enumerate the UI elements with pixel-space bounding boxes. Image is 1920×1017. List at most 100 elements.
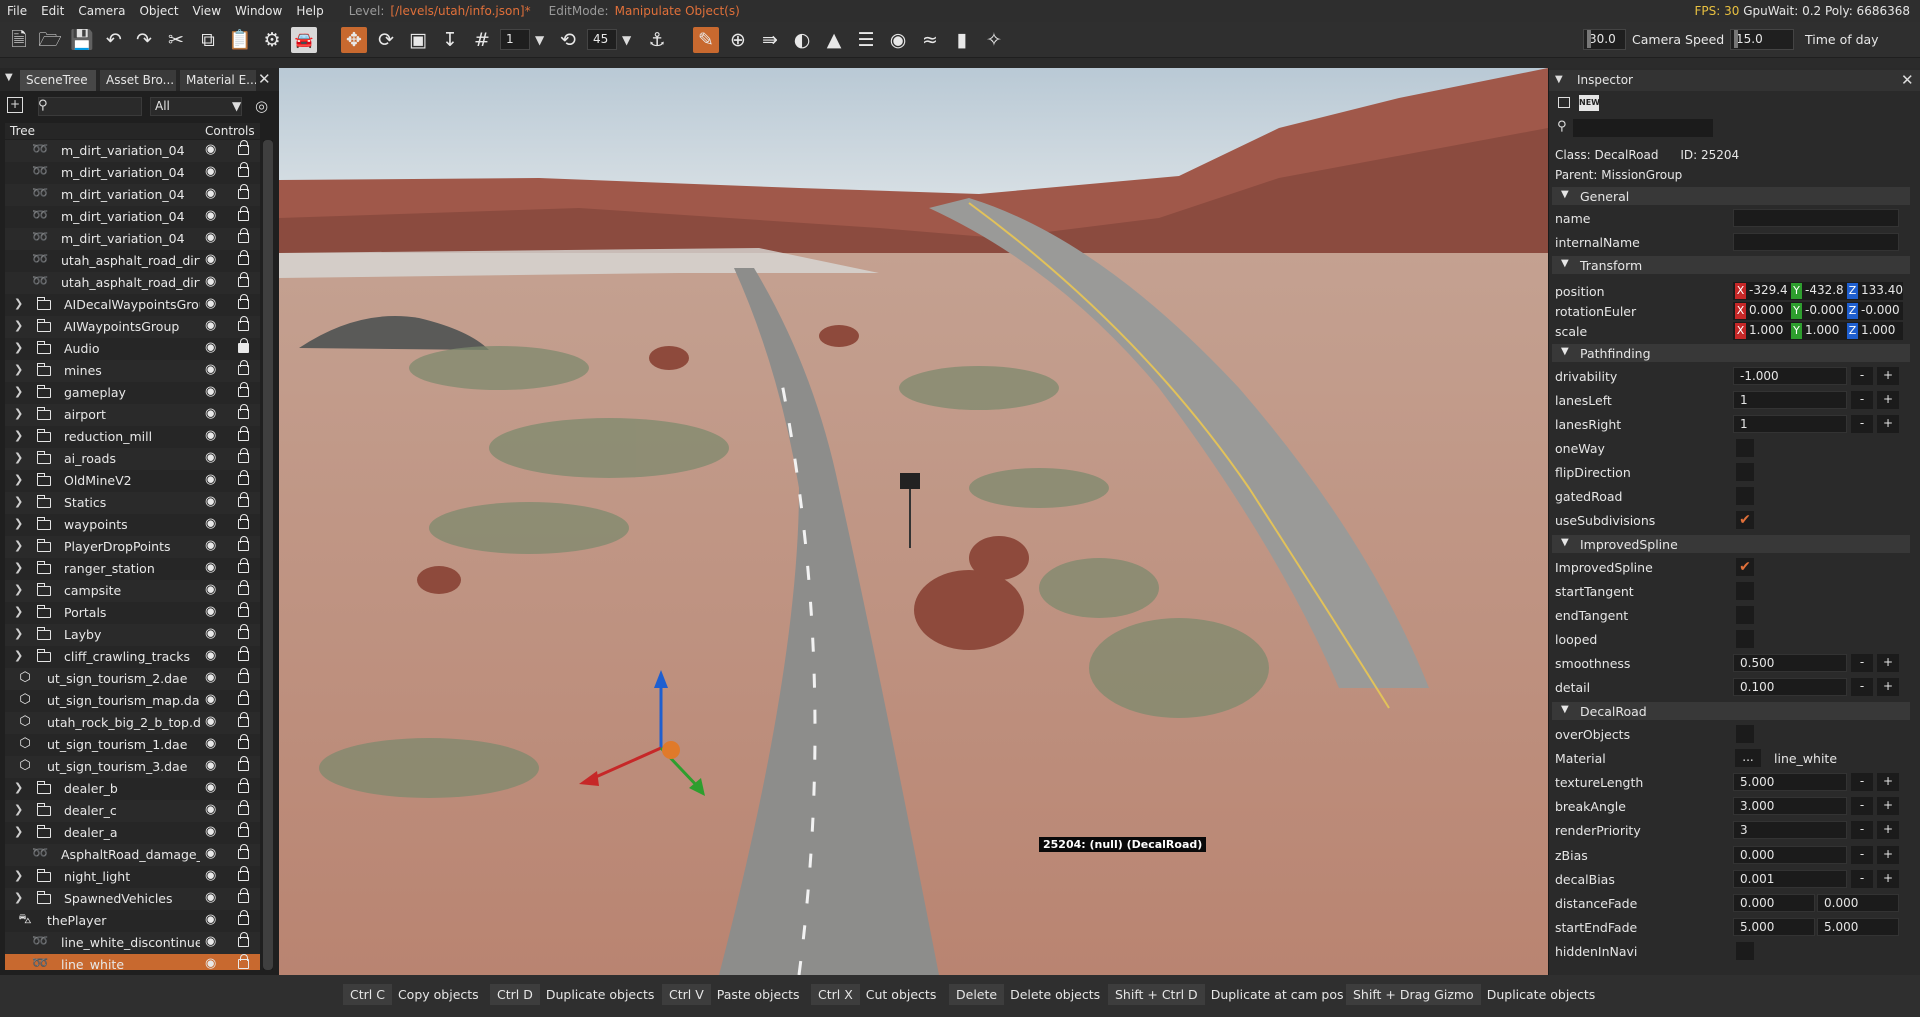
tree-filter-select[interactable]: All [150, 97, 242, 116]
visibility-eye-icon[interactable]: ◉ [205, 934, 216, 949]
rotation-z[interactable]: -0.000 [1861, 303, 1900, 317]
texture-length-field[interactable]: 5.000 [1733, 773, 1847, 791]
end-fade-field[interactable]: 5.000 [1817, 918, 1899, 936]
visibility-eye-icon[interactable]: ◉ [205, 538, 216, 553]
menu-object[interactable]: Object [132, 4, 185, 18]
expand-chevron-icon[interactable]: ❯ [14, 825, 23, 838]
tree-row[interactable]: ❯ SpawnedVehicles ◉ [5, 888, 260, 910]
end-tangent-checkbox[interactable] [1736, 606, 1754, 624]
tree-row[interactable]: ⬡ ut_sign_tourism_3.dae ◉ [5, 756, 260, 778]
grid-snap-icon[interactable]: # [469, 27, 495, 53]
visibility-eye-icon[interactable]: ◉ [205, 472, 216, 487]
tree-row[interactable]: ❯ Statics ◉ [5, 492, 260, 514]
scale-y[interactable]: 1.000 [1805, 323, 1839, 337]
lock-icon[interactable] [238, 492, 249, 507]
tree-row[interactable]: ⬡ ut_sign_tourism_map.dae ◉ [5, 690, 260, 712]
visibility-eye-icon[interactable]: ◉ [205, 406, 216, 421]
decrement-button[interactable]: - [1851, 797, 1873, 815]
add-object-icon[interactable]: ⊕ [725, 27, 751, 53]
expand-chevron-icon[interactable]: ❯ [14, 429, 23, 442]
tree-row[interactable]: ⛍ thePlayer ◉ [5, 910, 260, 932]
lock-icon[interactable] [238, 778, 249, 793]
lanes-right-field[interactable]: 1 [1733, 415, 1847, 433]
tree-row[interactable]: ➿ utah_asphalt_road_dirt_v ◉ [5, 250, 260, 272]
open-folder-icon[interactable]: 🗁 [37, 27, 63, 53]
filter-dropdown-icon[interactable]: ▼ [232, 99, 241, 113]
visibility-eye-icon[interactable]: ◉ [205, 252, 216, 267]
snap-value-field[interactable]: 1 [500, 29, 530, 50]
tree-row[interactable]: ❯ night_light ◉ [5, 866, 260, 888]
tree-row[interactable]: ❯ cliff_crawling_tracks ◉ [5, 646, 260, 668]
tree-row[interactable]: ❯ AIWaypointsGroup ◉ [5, 316, 260, 338]
lock-icon[interactable] [238, 426, 249, 441]
section-transform[interactable]: ▼ Transform [1552, 256, 1910, 274]
3d-viewport[interactable]: 25204: (null) (DecalRoad) [279, 68, 1548, 975]
tree-scrollbar-thumb[interactable] [263, 140, 273, 970]
expand-chevron-icon[interactable]: ❯ [14, 297, 23, 310]
tree-row[interactable]: ➿ m_dirt_variation_04 ◉ [5, 140, 260, 162]
position-vector[interactable]: X -329.4 Y -432.8 Z 133.40 [1733, 282, 1903, 300]
menu-camera[interactable]: Camera [71, 4, 132, 18]
lock-icon[interactable] [238, 272, 249, 287]
decrement-button[interactable]: - [1851, 367, 1873, 385]
lock-icon[interactable] [238, 294, 249, 309]
visibility-eye-icon[interactable]: ◉ [205, 912, 216, 927]
expand-chevron-icon[interactable]: ❯ [14, 539, 23, 552]
menu-file[interactable]: File [0, 4, 34, 18]
tree-row[interactable]: ➿ m_dirt_variation_04 ◉ [5, 228, 260, 250]
detail-field[interactable]: 0.100 [1733, 678, 1847, 696]
expand-chevron-icon[interactable]: ❯ [14, 781, 23, 794]
visibility-eye-icon[interactable]: ◉ [205, 362, 216, 377]
road-tool-icon[interactable]: ⇛ [757, 27, 783, 53]
visibility-eye-icon[interactable]: ◉ [205, 736, 216, 751]
tree-row[interactable]: ⬡ ut_sign_tourism_1.dae ◉ [5, 734, 260, 756]
lock-icon[interactable] [238, 514, 249, 529]
visibility-eye-icon[interactable]: ◉ [205, 758, 216, 773]
name-field[interactable] [1733, 209, 1899, 227]
navigation-tool-icon[interactable]: ✧ [981, 27, 1007, 53]
decrement-button[interactable]: - [1851, 870, 1873, 888]
visibility-eye-icon[interactable]: ◉ [205, 186, 216, 201]
tree-row[interactable]: ➿ line_white_discontinue ◉ [5, 932, 260, 954]
tree-search-input[interactable] [38, 97, 142, 116]
paste-icon[interactable]: 📋 [227, 27, 253, 53]
visibility-eye-icon[interactable]: ◉ [205, 648, 216, 663]
visibility-eye-icon[interactable]: ◉ [205, 384, 216, 399]
settings-gear-icon[interactable]: ⚙ [259, 27, 285, 53]
time-of-day-field[interactable]: 15.0 [1730, 29, 1794, 50]
visibility-eye-icon[interactable]: ◉ [205, 626, 216, 641]
lock-icon[interactable] [238, 404, 249, 419]
expand-chevron-icon[interactable]: ❯ [14, 561, 23, 574]
scale-z[interactable]: 1.000 [1861, 323, 1895, 337]
expand-chevron-icon[interactable]: ❯ [14, 891, 23, 904]
position-y[interactable]: -432.8 [1805, 283, 1844, 297]
menu-view[interactable]: View [186, 4, 228, 18]
lock-icon[interactable] [238, 448, 249, 463]
decal-bias-field[interactable]: 0.001 [1733, 870, 1847, 888]
increment-button[interactable]: + [1877, 846, 1899, 864]
tree-row[interactable]: ❯ dealer_a ◉ [5, 822, 260, 844]
lock-icon[interactable] [238, 558, 249, 573]
camera-speed-slider[interactable] [1587, 30, 1591, 48]
inspector-menu-icon[interactable]: ▼ [1555, 74, 1563, 85]
increment-button[interactable]: + [1877, 678, 1899, 696]
tab-asset-browser[interactable]: Asset Bro... [100, 70, 176, 91]
visibility-eye-icon[interactable]: ◉ [205, 494, 216, 509]
expand-chevron-icon[interactable]: ❯ [14, 495, 23, 508]
lock-icon[interactable] [238, 580, 249, 595]
expand-chevron-icon[interactable]: ❯ [14, 341, 23, 354]
menu-window[interactable]: Window [228, 4, 289, 18]
rotate-gizmo-icon[interactable]: ⟳ [373, 27, 399, 53]
lock-icon[interactable] [238, 888, 249, 903]
rotation-x[interactable]: 0.000 [1749, 303, 1783, 317]
increment-button[interactable]: + [1877, 797, 1899, 815]
visibility-eye-icon[interactable]: ◉ [205, 230, 216, 245]
lock-icon[interactable] [238, 646, 249, 661]
gated-road-checkbox[interactable] [1736, 487, 1754, 505]
sync-selection-icon[interactable]: ◎ [255, 97, 268, 115]
tab-material-editor[interactable]: Material E... [180, 70, 256, 91]
expand-chevron-icon[interactable]: ❯ [14, 451, 23, 464]
tree-row[interactable]: ❯ Layby ◉ [5, 624, 260, 646]
tree-row[interactable]: ➿ m_dirt_variation_04 ◉ [5, 206, 260, 228]
lock-inspector-icon[interactable] [1558, 97, 1570, 108]
